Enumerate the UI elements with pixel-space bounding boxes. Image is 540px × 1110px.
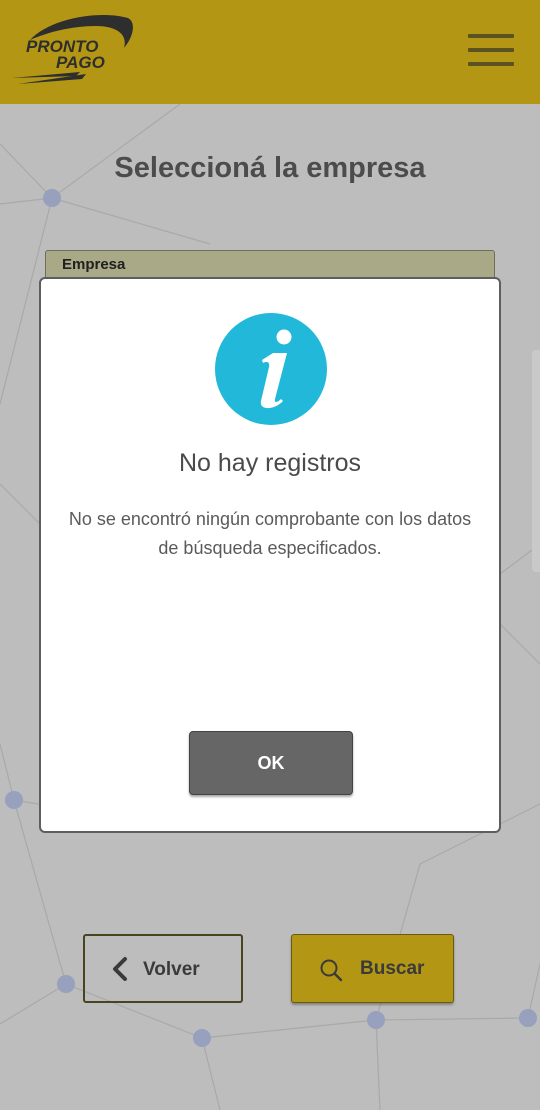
- search-icon: [320, 959, 343, 982]
- logo-text-pago: PAGO: [56, 53, 105, 72]
- app-header: PRONTO PAGO: [0, 0, 540, 104]
- search-button[interactable]: Buscar: [291, 934, 454, 1003]
- back-button[interactable]: Volver: [83, 934, 243, 1003]
- info-dialog: No hay registros No se encontró ningún c…: [39, 277, 501, 833]
- menu-bar: [468, 34, 514, 38]
- ok-button[interactable]: OK: [189, 731, 353, 795]
- dialog-message: No se encontró ningún comprobante con lo…: [68, 509, 472, 558]
- search-button-label: Buscar: [360, 958, 425, 979]
- empresa-column-label: Empresa: [62, 256, 126, 273]
- chevron-left-icon: [113, 957, 127, 981]
- page-title: Seleccioná la empresa: [114, 152, 426, 184]
- dialog-title: No hay registros: [178, 449, 362, 477]
- menu-bar: [468, 48, 514, 52]
- pronto-pago-logo[interactable]: PRONTO PAGO: [10, 12, 140, 92]
- scrollbar[interactable]: [532, 350, 540, 572]
- info-icon: [215, 313, 327, 425]
- hamburger-menu-icon[interactable]: [468, 34, 514, 70]
- back-button-label: Volver: [143, 959, 200, 980]
- menu-bar: [468, 62, 514, 66]
